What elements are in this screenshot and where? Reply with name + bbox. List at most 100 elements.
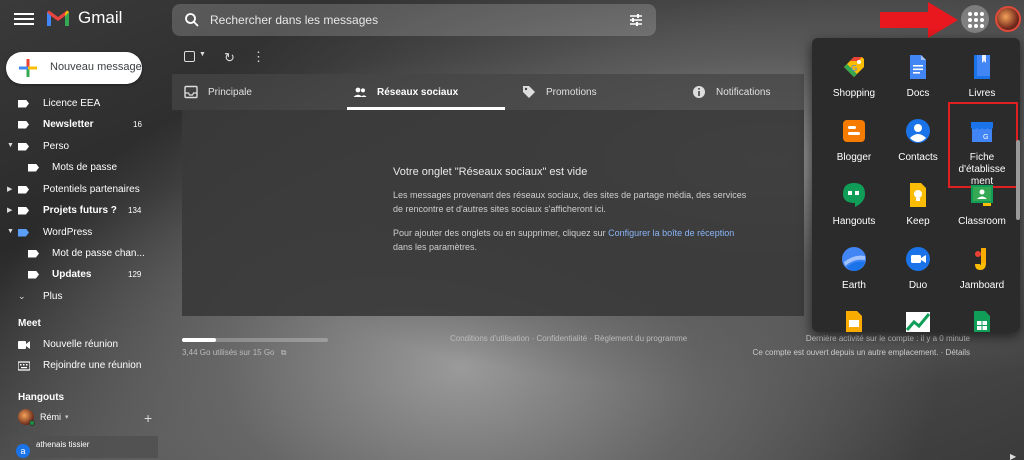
new-meeting-button[interactable]: Nouvelle réunion — [18, 339, 118, 350]
red-arrow-annotation — [880, 2, 958, 38]
app-classroom[interactable]: Classroom — [950, 182, 1014, 228]
app-keep[interactable]: Keep — [886, 182, 950, 228]
empty-tab-panel: Votre onglet "Réseaux sociaux" est vide … — [182, 110, 804, 316]
sidebar-item-mots-de-passe[interactable]: Mots de passe — [28, 157, 158, 178]
footer-links[interactable]: Conditions d'utilisation · Confidentiali… — [450, 334, 687, 343]
compose-label: Nouveau message — [50, 61, 142, 73]
tab-promotions[interactable]: Promotions — [522, 74, 682, 110]
online-status-dot — [29, 420, 35, 426]
slides-like-icon — [846, 311, 862, 332]
dropdown-caret-icon[interactable]: ▾ — [65, 413, 69, 421]
hangouts-user[interactable]: Rémi ▾ — [18, 409, 69, 426]
new-conversation-plus-icon[interactable]: + — [144, 410, 152, 426]
google-apps-panel: G Shopping Docs Livres Blogger Contacts … — [812, 38, 1020, 332]
sidebar-item-newsletter[interactable]: Newsletter 16 — [18, 114, 158, 135]
gmail-icon — [47, 10, 69, 26]
last-activity: Dernière activité sur le compte : il y a… — [805, 334, 970, 343]
sidebar-item-updates[interactable]: Updates 129 — [28, 264, 158, 285]
configure-inbox-link[interactable]: Configurer la boîte de réception — [608, 228, 734, 238]
gmail-logo[interactable]: Gmail — [46, 8, 122, 28]
hangouts-contact[interactable]: a athenais tissier — [10, 436, 158, 458]
sidebar-item-wordpress[interactable]: WordPress — [18, 222, 158, 243]
refresh-icon[interactable]: ↻ — [224, 50, 235, 66]
tab-principale[interactable]: Principale — [184, 74, 344, 110]
tab-reseaux-sociaux[interactable]: Réseaux sociaux — [347, 74, 505, 110]
app-chart-partial[interactable] — [886, 310, 950, 332]
earth-icon — [842, 247, 866, 271]
external-link-icon[interactable]: ⧉ — [281, 348, 287, 357]
top-bar: Gmail — [0, 0, 1024, 40]
app-blogger[interactable]: Blogger — [822, 118, 886, 164]
sidebar-item-licence-eea[interactable]: Licence EEA — [18, 93, 158, 114]
more-options-icon[interactable]: ⋮ — [252, 49, 265, 65]
app-name: Gmail — [78, 8, 123, 27]
chart-app-icon — [905, 312, 931, 332]
tab-label: Principale — [208, 86, 252, 98]
collapse-caret-icon[interactable]: ▶ — [7, 185, 12, 193]
account-avatar[interactable] — [995, 6, 1021, 32]
scroll-right-icon[interactable]: ▶ — [1010, 452, 1016, 460]
app-contacts[interactable]: Contacts — [886, 118, 950, 164]
app-livres[interactable]: Livres — [950, 54, 1014, 100]
expand-caret-icon[interactable]: ▼ — [7, 228, 14, 235]
hangouts-icon — [843, 183, 865, 207]
select-dropdown-caret-icon[interactable]: ▼ — [199, 51, 206, 58]
tab-label: Notifications — [716, 86, 771, 98]
sidebar-item-label: Plus — [43, 291, 63, 302]
app-shopping[interactable]: G Shopping — [822, 54, 886, 100]
svg-text:G: G — [851, 64, 857, 73]
google-apps-button[interactable] — [961, 5, 989, 33]
menu-line — [14, 23, 34, 25]
app-label: Contacts — [898, 152, 938, 163]
meet-section-title: Meet — [18, 318, 41, 329]
duo-icon — [906, 247, 930, 271]
collapse-caret-icon[interactable]: ▶ — [7, 206, 12, 214]
apps-dot — [968, 24, 972, 28]
compose-button[interactable]: Nouveau message — [6, 52, 142, 84]
apps-dot — [980, 18, 984, 22]
app-sheets-partial[interactable] — [950, 310, 1014, 332]
app-jamboard[interactable]: Jamboard — [950, 246, 1014, 292]
other-location-details[interactable]: Ce compte est ouvert depuis un autre emp… — [724, 348, 970, 357]
app-duo[interactable]: Duo — [886, 246, 950, 292]
tab-label: Réseaux sociaux — [377, 86, 459, 98]
storage-used-label: 3,44 Go utilisés sur 15 Go — [182, 348, 275, 357]
app-label: Shopping — [832, 88, 876, 99]
sidebar-item-perso[interactable]: Perso — [18, 136, 158, 157]
keyboard-icon — [18, 360, 30, 371]
tab-notifications[interactable]: Notifications — [692, 74, 802, 110]
app-docs[interactable]: Docs — [886, 54, 950, 100]
expand-caret-icon[interactable]: ▼ — [7, 142, 14, 149]
label-icon — [18, 206, 29, 215]
empty-state-title: Votre onglet "Réseaux sociaux" est vide — [393, 166, 588, 178]
storage-text[interactable]: 3,44 Go utilisés sur 15 Go ⧉ — [182, 348, 286, 358]
search-icon[interactable] — [184, 12, 200, 28]
join-meeting-button[interactable]: Rejoindre une réunion — [18, 360, 141, 371]
select-all-checkbox[interactable] — [184, 51, 195, 62]
apps-panel-scrollbar[interactable] — [1016, 140, 1020, 220]
app-earth[interactable]: Earth — [822, 246, 886, 292]
app-hangouts[interactable]: Hangouts — [822, 182, 886, 228]
label-icon — [28, 163, 39, 172]
app-yellow-partial[interactable] — [822, 310, 886, 332]
main-menu-button[interactable] — [14, 10, 34, 30]
search-options-icon[interactable] — [628, 12, 644, 28]
books-icon — [974, 55, 990, 79]
sidebar-item-projets-futurs[interactable]: Projets futurs ? 134 — [18, 200, 158, 221]
storage-bar-fill — [182, 338, 216, 342]
sidebar-item-label: Mot de passe chan... — [52, 248, 145, 259]
sidebar-item-plus[interactable]: ⌄ Plus — [18, 286, 158, 307]
label-icon — [18, 99, 29, 108]
contacts-icon — [906, 119, 930, 143]
sidebar-item-label: Mots de passe — [52, 162, 118, 173]
search-bar[interactable] — [172, 4, 656, 36]
sidebar-item-potentiels-partenaires[interactable]: Potentiels partenaires — [18, 179, 158, 200]
empty-state-description: Les messages provenant des réseaux socia… — [393, 188, 773, 216]
sidebar-item-label: Potentiels partenaires — [43, 184, 140, 195]
inbox-tabs: Principale Réseaux sociaux Promotions No… — [172, 74, 804, 110]
apps-dot — [974, 24, 978, 28]
app-label: Earth — [842, 280, 866, 291]
label-icon — [28, 249, 39, 258]
sidebar-item-mot-de-passe-change[interactable]: Mot de passe chan... — [28, 243, 158, 264]
search-input[interactable] — [210, 10, 610, 30]
